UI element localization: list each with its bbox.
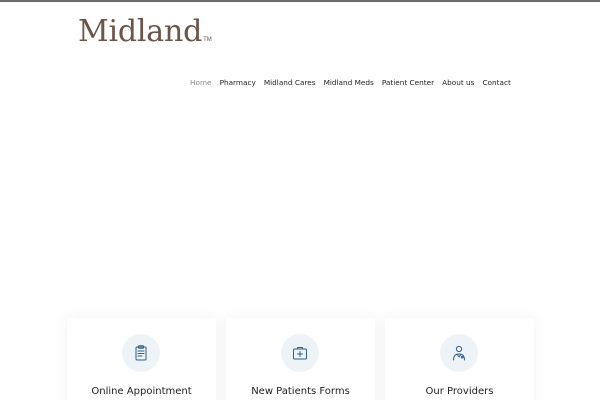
card-title: Our Providers <box>425 386 494 397</box>
doctor-icon <box>440 334 478 372</box>
logo-text: Midland <box>78 14 203 49</box>
clipboard-icon <box>122 334 160 372</box>
online-appointment-card[interactable]: Online Appointment <box>67 318 216 400</box>
page: MidlandTM Home Pharmacy Midland Cares Mi… <box>0 0 600 400</box>
nav-item-home[interactable]: Home <box>190 76 212 90</box>
our-providers-card[interactable]: Our Providers <box>385 318 534 400</box>
trademark-mark: TM <box>203 37 212 43</box>
nav-item-midland-cares[interactable]: Midland Cares <box>264 76 316 90</box>
card-title: Online Appointment <box>91 386 192 397</box>
nav-item-patient-center[interactable]: Patient Center <box>382 76 434 90</box>
medical-kit-icon <box>281 334 319 372</box>
nav-item-midland-meds[interactable]: Midland Meds <box>324 76 374 90</box>
card-title: New Patients Forms <box>251 386 350 397</box>
site-logo[interactable]: MidlandTM <box>78 12 212 52</box>
main-nav: Home Pharmacy Midland Cares Midland Meds… <box>190 76 511 90</box>
nav-item-about-us[interactable]: About us <box>442 76 474 90</box>
nav-item-pharmacy[interactable]: Pharmacy <box>220 76 256 90</box>
nav-item-contact[interactable]: Contact <box>482 76 510 90</box>
new-patients-forms-card[interactable]: New Patients Forms <box>226 318 375 400</box>
top-border <box>0 0 600 2</box>
